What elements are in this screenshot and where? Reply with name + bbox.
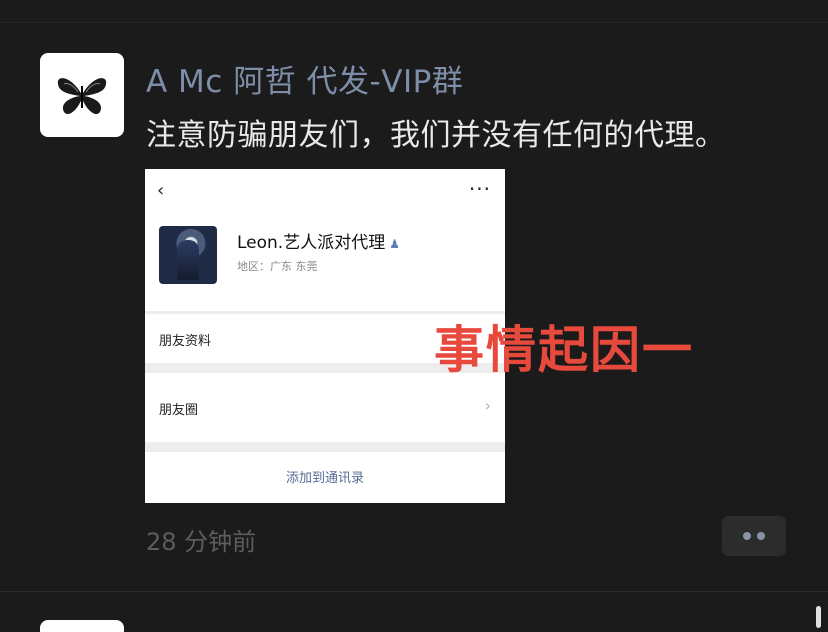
profile-avatar bbox=[159, 226, 217, 284]
author-avatar[interactable] bbox=[40, 53, 124, 137]
scrollbar[interactable] bbox=[816, 606, 821, 628]
butterfly-icon bbox=[57, 78, 107, 115]
more-dots-icon bbox=[757, 532, 765, 540]
more-dots-icon bbox=[743, 532, 751, 540]
divider bbox=[145, 442, 505, 452]
overlay-caption: 事情起因一 bbox=[434, 321, 694, 379]
add-to-contacts-label: 添加到通讯录 bbox=[285, 471, 364, 486]
author-name[interactable]: A Mc 阿哲 代发-VIP群 bbox=[146, 56, 463, 101]
profile-name: Leon.艺人派对代理 ♟ bbox=[237, 233, 400, 253]
profile-region: 地区：广东 东莞 bbox=[237, 260, 318, 273]
row-friend-info: 朋友资料 bbox=[159, 334, 212, 349]
next-post-avatar[interactable] bbox=[40, 620, 124, 632]
more-actions-button[interactable] bbox=[722, 516, 786, 556]
bottom-divider bbox=[0, 591, 828, 592]
chevron-right-icon: › bbox=[484, 396, 491, 415]
person-icon: ♟ bbox=[389, 237, 400, 251]
post-time: 28 分钟前 bbox=[146, 528, 257, 556]
row-moments: 朋友圈 bbox=[159, 403, 199, 418]
back-icon: ‹ bbox=[157, 180, 165, 201]
more-icon: ··· bbox=[468, 177, 491, 201]
top-divider bbox=[0, 22, 828, 23]
post-content: 注意防骗朋友们，我们并没有任何的代理。 bbox=[146, 118, 726, 153]
